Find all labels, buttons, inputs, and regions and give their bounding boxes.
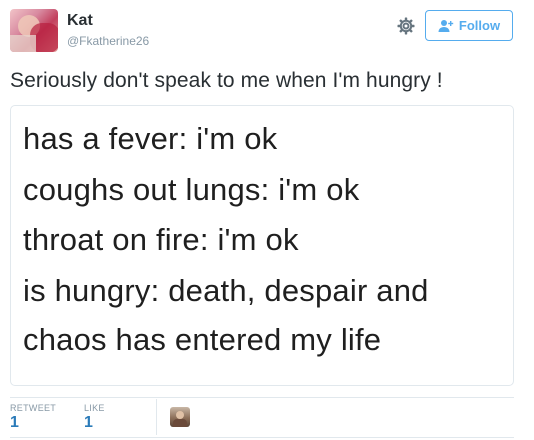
bottom-divider bbox=[10, 437, 514, 438]
image-text-line: is hungry: death, despair and bbox=[23, 273, 429, 308]
tweet-text: Seriously don't speak to me when I'm hun… bbox=[10, 69, 443, 92]
image-text-line: chaos has entered my life bbox=[23, 322, 382, 357]
follow-button[interactable]: Follow bbox=[425, 10, 513, 41]
follow-label: Follow bbox=[458, 18, 501, 33]
user-avatar[interactable] bbox=[10, 9, 58, 52]
retweet-count[interactable]: 1 bbox=[10, 414, 19, 432]
user-handle[interactable]: @Fkatherine26 bbox=[67, 34, 149, 48]
user-name[interactable]: Kat bbox=[67, 12, 93, 30]
liker-avatar[interactable] bbox=[170, 407, 190, 427]
gear-icon[interactable] bbox=[396, 16, 416, 36]
retweet-label: RETWEET bbox=[10, 403, 57, 413]
image-text-line: throat on fire: i'm ok bbox=[23, 222, 299, 257]
image-text-line: coughs out lungs: i'm ok bbox=[23, 172, 360, 207]
stats-divider bbox=[10, 397, 514, 398]
like-label: LIKE bbox=[84, 403, 105, 413]
add-user-icon bbox=[438, 19, 454, 32]
image-text-line: has a fever: i'm ok bbox=[23, 121, 278, 156]
like-count[interactable]: 1 bbox=[84, 414, 93, 432]
stats-separator bbox=[156, 399, 157, 435]
tweet-image[interactable]: has a fever: i'm ok coughs out lungs: i'… bbox=[10, 105, 514, 386]
